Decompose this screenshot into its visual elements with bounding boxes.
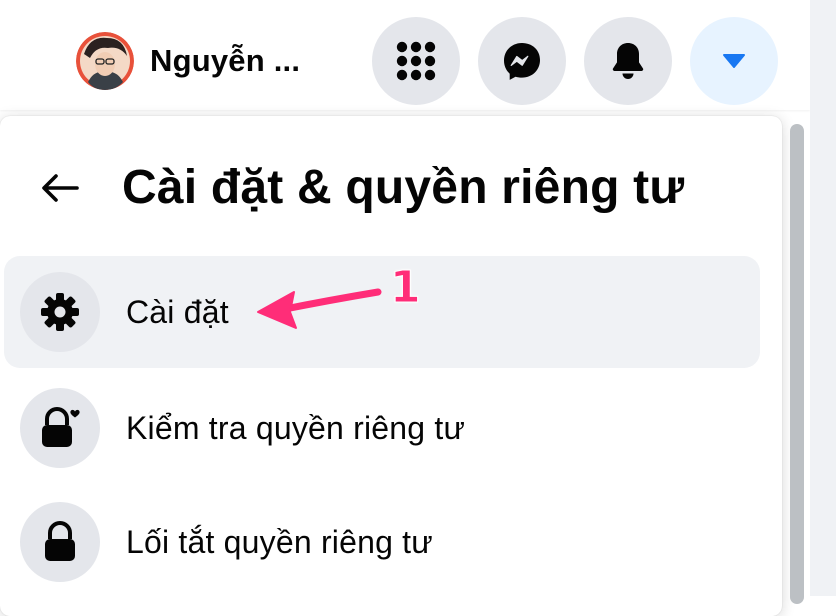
top-navigation-bar: Nguyễn ... [0, 0, 810, 110]
menu-item-privacy-shortcuts[interactable]: Lối tắt quyền riêng tư [4, 486, 760, 598]
account-menu-button[interactable] [690, 17, 778, 105]
menu-icon-privacy-shortcuts [20, 502, 100, 582]
page-background-strip [810, 0, 836, 596]
gear-icon [41, 293, 79, 331]
notifications-button[interactable] [584, 17, 672, 105]
menu-icon-privacy-checkup [20, 388, 100, 468]
profile-name[interactable]: Nguyễn ... [150, 43, 300, 79]
scrollbar-thumb[interactable] [790, 124, 804, 604]
panel-title: Cài đặt & quyền riêng tư [122, 161, 685, 214]
menu-grid-icon [396, 41, 436, 81]
menu-item-privacy-checkup[interactable]: Kiểm tra quyền riêng tư [4, 372, 760, 484]
messenger-icon [504, 43, 540, 80]
lock-icon [45, 521, 75, 561]
back-arrow-icon [42, 174, 79, 202]
profile-shortcut[interactable]: Nguyễn ... [76, 30, 300, 92]
menu-button[interactable] [372, 17, 460, 105]
annotation-step-number: 1 [390, 262, 422, 314]
lock-heart-icon [42, 407, 80, 447]
messenger-button[interactable] [478, 17, 566, 105]
annotation-arrow-icon [257, 288, 382, 329]
menu-label-privacy-shortcuts: Lối tắt quyền riêng tư [126, 523, 433, 560]
menu-label-settings: Cài đặt [126, 293, 229, 330]
bell-icon [612, 43, 644, 79]
menu-icon-settings [20, 272, 100, 352]
menu-label-privacy-checkup: Kiểm tra quyền riêng tư [126, 409, 466, 446]
avatar[interactable] [76, 32, 134, 90]
caret-down-icon [723, 54, 745, 68]
back-button[interactable] [24, 152, 96, 224]
